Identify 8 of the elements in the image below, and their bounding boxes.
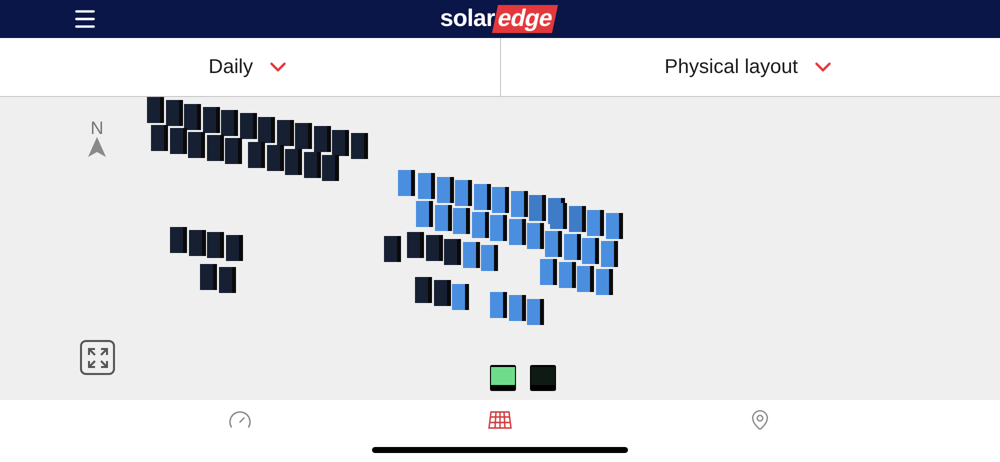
north-arrow-icon bbox=[88, 137, 106, 157]
map-pin-icon bbox=[749, 409, 771, 431]
solar-grid-icon bbox=[488, 410, 512, 430]
period-dropdown[interactable]: Daily bbox=[0, 38, 500, 96]
expand-button[interactable] bbox=[80, 340, 115, 375]
expand-icon bbox=[86, 346, 108, 368]
north-label: N bbox=[90, 119, 104, 137]
period-dropdown[interactable]: Physical layout bbox=[500, 38, 1000, 96]
